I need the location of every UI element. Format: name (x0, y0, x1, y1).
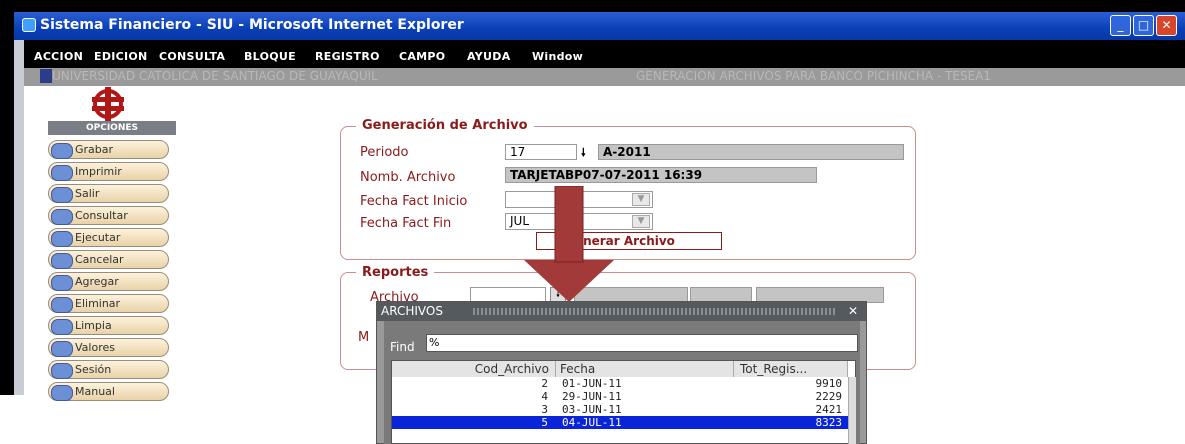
eliminar-button[interactable]: Eliminar (48, 294, 169, 313)
manual-button[interactable]: Manual (48, 382, 169, 401)
valores-button[interactable]: Valores (48, 338, 169, 357)
table-row-selected[interactable]: 5 04-JUL-11 8323 (392, 416, 848, 429)
lov-scrollbar[interactable] (848, 377, 856, 444)
find-input[interactable]: % (426, 334, 858, 352)
ie-icon (22, 18, 36, 32)
agregar-button[interactable]: Agregar (48, 272, 169, 291)
sesion-button[interactable]: Sesión (48, 360, 169, 379)
menu-accion[interactable]: ACCION (34, 50, 83, 63)
values-icon (51, 341, 73, 357)
fecha-fin-label: Fecha Fact Fin (360, 216, 452, 231)
periodo-label: Periodo (360, 145, 409, 160)
options-title: OPCIONES (48, 121, 176, 135)
col-cod-archivo[interactable]: Cod_Archivo (392, 361, 556, 377)
close-window-button[interactable]: ✕ (1156, 15, 1177, 36)
salir-button[interactable]: Salir (48, 184, 169, 203)
col-fecha[interactable]: Fecha (556, 361, 734, 377)
table-row[interactable]: 3 03-JUN-11 2421 (392, 403, 848, 416)
maximize-button[interactable]: □ (1133, 15, 1154, 36)
red-down-arrow-icon (524, 186, 614, 302)
title-grip (473, 308, 835, 315)
table-row[interactable]: 2 01-JUN-11 9910 (392, 377, 848, 390)
institution-name: UNIVERSIDAD CATOLICA DE SANTIAGO DE GUAY… (52, 69, 378, 83)
periodo-input[interactable]: 17 (505, 144, 577, 160)
cancel-icon (51, 253, 73, 269)
periodo-lov-arrow-icon[interactable]: 🠗 (581, 144, 586, 163)
chevron-down-icon[interactable]: ▼ (632, 193, 650, 206)
left-margin (0, 395, 24, 444)
table-row[interactable]: 4 29-JUN-11 2229 (392, 390, 848, 403)
query-icon (51, 209, 73, 225)
clear-icon (51, 319, 73, 335)
add-icon (51, 275, 73, 291)
menu-registro[interactable]: REGISTRO (315, 50, 380, 63)
fecha-inicio-label: Fecha Fact Inicio (360, 194, 468, 209)
reportes-other-label: M (358, 330, 370, 345)
menu-window[interactable]: Window (532, 50, 583, 63)
menu-campo[interactable]: CAMPO (399, 50, 445, 63)
session-icon (51, 363, 73, 379)
form-title: GENERACION ARCHIVOS PARA BANCO PICHINCHA… (636, 69, 992, 83)
close-icon[interactable]: ✕ (848, 302, 858, 321)
window-title: Sistema Financiero - SIU - Microsoft Int… (40, 17, 464, 33)
exit-icon (51, 187, 73, 203)
chevron-down-icon[interactable]: ▼ (632, 215, 650, 228)
ejecutar-button[interactable]: Ejecutar (48, 228, 169, 247)
cancelar-button[interactable]: Cancelar (48, 250, 169, 269)
manual-icon (51, 385, 73, 401)
save-icon (51, 143, 73, 159)
menu-bloque[interactable]: BLOQUE (244, 50, 296, 63)
nomb-archivo-label: Nomb. Archivo (360, 170, 456, 185)
col-tot-regis[interactable]: Tot_Regis... (734, 361, 848, 377)
nomb-archivo-field: TARJETABP07-07-2011 16:39 (505, 167, 817, 183)
delete-icon (51, 297, 73, 313)
generacion-title: Generación de Archivo (356, 118, 534, 133)
execute-icon (51, 231, 73, 247)
menu-ayuda[interactable]: AYUDA (467, 50, 511, 63)
print-icon (51, 165, 73, 181)
imprimir-button[interactable]: Imprimir (48, 162, 169, 181)
lov-title: ARCHIVOS (381, 304, 443, 318)
minimize-button[interactable]: _ (1110, 15, 1131, 36)
menu-consulta[interactable]: CONSULTA (159, 50, 225, 63)
reportes-title: Reportes (356, 265, 435, 280)
university-logo-icon (92, 87, 124, 121)
periodo-description: A-2011 (598, 144, 904, 160)
menu-edicion[interactable]: EDICION (94, 50, 148, 63)
grabar-button[interactable]: Grabar (48, 140, 169, 159)
limpia-button[interactable]: Limpia (48, 316, 169, 335)
consultar-button[interactable]: Consultar (48, 206, 169, 225)
lov-title-bar[interactable]: ARCHIVOS ✕ (377, 302, 866, 321)
find-label: Find (390, 340, 415, 354)
app-icon (40, 69, 52, 83)
